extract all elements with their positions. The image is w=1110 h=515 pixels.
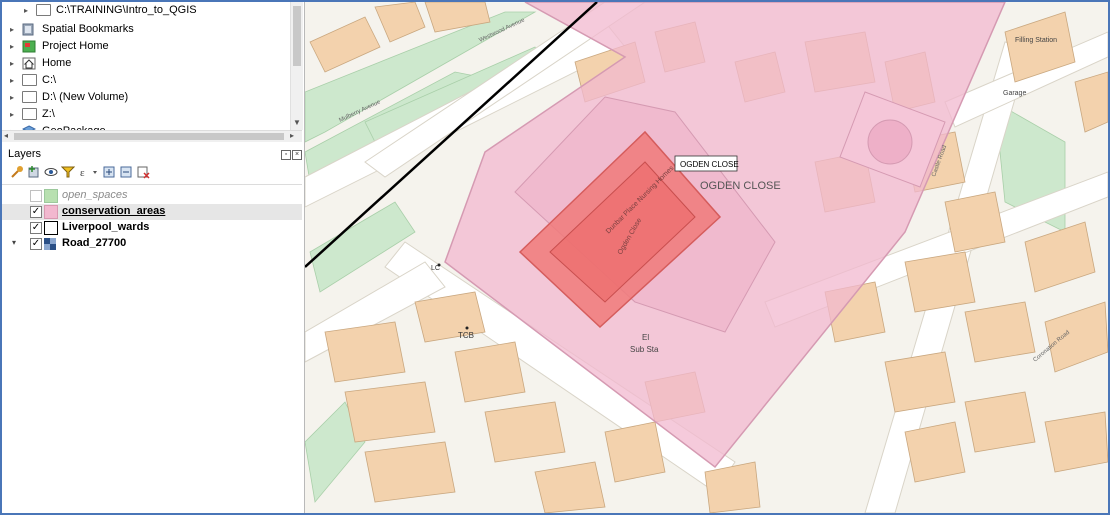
folder-icon: [22, 74, 37, 86]
browser-panel: ▸ C:\TRAINING\Intro_to_QGIS ▸ Spatial Bo…: [2, 2, 304, 142]
layers-panel-controls: ▫ ×: [280, 148, 302, 160]
expand-arrow-icon[interactable]: ▸: [8, 21, 16, 38]
browser-item-label: Spatial Bookmarks: [42, 23, 134, 35]
map-label-substation-el: El: [642, 333, 649, 342]
layer-symbol-swatch[interactable]: [44, 221, 58, 235]
folder-icon: [22, 108, 37, 120]
map-label-area-name: OGDEN CLOSE: [700, 180, 781, 192]
folder-icon: [36, 4, 51, 16]
raster-layer-icon[interactable]: [44, 237, 56, 250]
home-icon: [22, 57, 36, 70]
layer-name: open_spaces: [62, 189, 128, 201]
layers-panel-title: Layers: [8, 148, 42, 160]
style-brush-icon[interactable]: [10, 165, 24, 179]
expand-arrow-icon[interactable]: ▾: [12, 238, 16, 247]
map-label-substation-sub: Sub Sta: [630, 345, 659, 354]
browser-item-label: C:\: [42, 74, 57, 86]
scroll-right-icon[interactable]: ▸: [290, 131, 294, 140]
expand-arrow-icon[interactable]: ▸: [8, 89, 16, 106]
browser-vertical-scrollbar[interactable]: ▼: [290, 2, 303, 130]
expand-all-icon[interactable]: [102, 165, 116, 179]
float-panel-icon[interactable]: ▫: [281, 150, 291, 160]
scrollbar-thumb[interactable]: [293, 6, 301, 66]
svg-text:ε: ε: [80, 167, 85, 179]
scrollbar-thumb[interactable]: [14, 133, 284, 140]
layer-row-road-27700[interactable]: ▾ ✓ Road_27700: [2, 236, 302, 252]
folder-icon: [22, 91, 37, 103]
layer-symbol-swatch[interactable]: [44, 205, 58, 219]
layer-name: conservation_areas: [62, 205, 166, 217]
expand-arrow-icon[interactable]: ▸: [8, 106, 16, 123]
map-tooltip-text: OGDEN CLOSE: [680, 160, 739, 169]
map-tooltip: OGDEN CLOSE: [674, 155, 739, 172]
collapse-all-icon[interactable]: [119, 165, 133, 179]
close-panel-icon[interactable]: ×: [292, 150, 302, 160]
browser-horizontal-scrollbar[interactable]: ◂ ▸: [2, 130, 302, 142]
bookmarks-icon: [22, 23, 36, 36]
map-label-filling-station: Filling Station: [1015, 37, 1057, 44]
expand-arrow-icon[interactable]: ▸: [22, 2, 30, 19]
scroll-left-icon[interactable]: ◂: [4, 131, 8, 140]
map-canvas[interactable]: OGDEN CLOSE Dunbar Place Nursing Homes O…: [305, 2, 1108, 513]
expand-arrow-icon[interactable]: ▸: [8, 72, 16, 89]
expand-arrow-icon[interactable]: ▸: [8, 38, 16, 55]
layer-row-conservation-areas[interactable]: ✓ conservation_areas: [2, 204, 302, 220]
visibility-eye-icon[interactable]: [44, 165, 58, 179]
map-label-garage: Garage: [1003, 90, 1026, 97]
layer-visibility-checkbox[interactable]: ✓: [30, 206, 42, 218]
browser-item-label: D:\ (New Volume): [42, 91, 129, 103]
expand-arrow-icon[interactable]: ▸: [8, 55, 16, 72]
browser-item-label: C:\TRAINING\Intro_to_QGIS: [56, 4, 197, 16]
scroll-down-icon[interactable]: ▼: [293, 118, 301, 127]
project-home-icon: [22, 40, 36, 53]
qgis-window: ▸ C:\TRAINING\Intro_to_QGIS ▸ Spatial Bo…: [0, 0, 1110, 515]
browser-item-label: Home: [42, 57, 72, 69]
layer-visibility-checkbox[interactable]: ✓: [30, 222, 42, 234]
remove-layer-icon[interactable]: [136, 165, 150, 179]
layer-visibility-checkbox[interactable]: [30, 190, 42, 202]
layer-name: Road_27700: [62, 237, 127, 249]
layer-row-open-spaces[interactable]: open_spaces: [2, 188, 302, 204]
filter-icon[interactable]: [60, 165, 76, 179]
left-panel: ▸ C:\TRAINING\Intro_to_QGIS ▸ Spatial Bo…: [2, 2, 305, 513]
expression-filter-icon[interactable]: ε: [80, 165, 97, 179]
layer-tree: open_spaces ✓ conservation_areas ✓ Liver…: [2, 184, 302, 513]
layer-visibility-checkbox[interactable]: ✓: [30, 238, 42, 250]
map-label-tcb: TCB: [458, 331, 474, 340]
browser-item-label: Project Home: [42, 40, 109, 52]
layer-name: Liverpool_wards: [62, 221, 150, 233]
layer-symbol-swatch[interactable]: [44, 189, 58, 203]
add-layer-icon[interactable]: [27, 165, 41, 179]
layer-row-liverpool-wards[interactable]: ✓ Liverpool_wards: [2, 220, 302, 236]
browser-item-label: Z:\: [42, 108, 55, 120]
